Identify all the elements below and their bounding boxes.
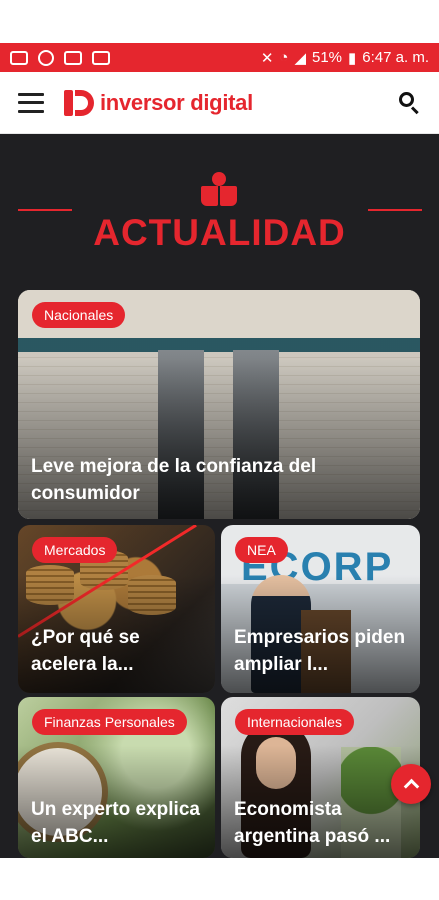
- divider-left: [18, 209, 72, 211]
- message-icon: [10, 50, 28, 65]
- news-headline[interactable]: ¿Por qué se acelera la...: [31, 624, 203, 678]
- battery-percentage: 51%: [312, 49, 343, 66]
- status-bar: ✕ ◔ ◢ 51% ▮ 6:47 a. m.: [0, 43, 439, 72]
- reader-book-icon: [201, 172, 237, 206]
- news-headline[interactable]: Leve mejora de la confianza del consumid…: [31, 453, 408, 507]
- wifi-icon: ◔: [279, 49, 289, 66]
- news-card[interactable]: Mercados ¿Por qué se acelera la...: [18, 525, 215, 693]
- category-badge[interactable]: Mercados: [32, 537, 118, 563]
- news-card[interactable]: ECORP NEA Empresarios piden ampliar l...: [221, 525, 420, 693]
- hamburger-icon[interactable]: [18, 92, 44, 113]
- brand-logo[interactable]: inversor digital: [64, 89, 253, 116]
- brand-name: inversor digital: [100, 89, 253, 115]
- news-feed[interactable]: ACTUALIDAD Nacionales Leve mejora de la …: [0, 134, 439, 858]
- activity-icon: [64, 50, 82, 65]
- logo-mark-icon: [64, 89, 94, 116]
- category-badge[interactable]: Finanzas Personales: [32, 709, 187, 735]
- news-card[interactable]: Internacionales Economista argentina pas…: [221, 697, 420, 858]
- whatsapp-icon: [38, 49, 54, 66]
- category-badge[interactable]: NEA: [235, 537, 288, 563]
- laptop-icon: [92, 50, 110, 65]
- battery-icon: ▮: [348, 49, 357, 67]
- system-icons: ✕ ◔ ◢ 51% ▮ 6:47 a. m.: [261, 49, 429, 67]
- divider-right: [368, 209, 422, 211]
- scroll-to-top-button[interactable]: [391, 764, 431, 804]
- search-icon[interactable]: [399, 91, 421, 114]
- category-badge[interactable]: Nacionales: [32, 302, 126, 328]
- news-headline[interactable]: Un experto explica el ABC...: [31, 796, 203, 850]
- news-headline[interactable]: Empresarios piden ampliar l...: [234, 624, 408, 678]
- section-title: ACTUALIDAD: [93, 212, 346, 253]
- news-card-featured[interactable]: Nacionales Leve mejora de la confianza d…: [18, 290, 420, 519]
- clock: 6:47 a. m.: [362, 49, 429, 66]
- chevron-up-icon: [403, 778, 419, 795]
- signal-icon: ◢: [294, 49, 306, 67]
- notification-icons: [10, 49, 110, 66]
- category-badge[interactable]: Internacionales: [235, 709, 354, 735]
- section-header: ACTUALIDAD: [0, 134, 439, 280]
- mute-icon: ✕: [260, 49, 274, 67]
- app-header: inversor digital: [0, 72, 439, 134]
- news-card[interactable]: Finanzas Personales Un experto explica e…: [18, 697, 215, 858]
- news-headline[interactable]: Economista argentina pasó ...: [234, 796, 408, 850]
